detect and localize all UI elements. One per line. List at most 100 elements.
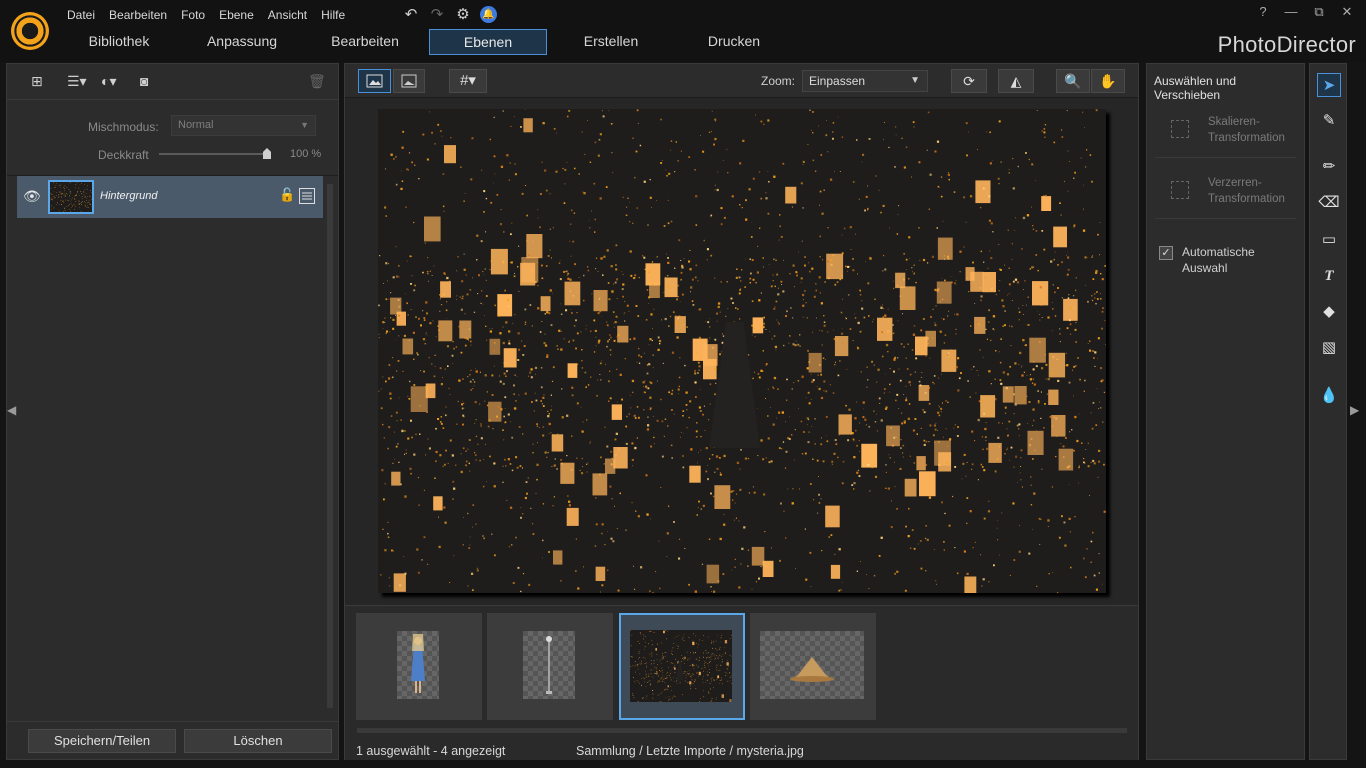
zoom-tool-icon[interactable]: 🔍 [1056,69,1090,93]
filmstrip-item[interactable] [750,613,876,720]
text-tool-icon[interactable]: T [1317,264,1341,288]
scale-transform-option[interactable]: Skalieren- Transformation [1155,106,1296,158]
tool-strip: ➤ ✎ ✏ ⌫ ▭ T ◆ ▧ 💧 [1309,63,1347,760]
save-share-button[interactable]: Speichern/Teilen [28,729,176,753]
blend-mode-value: Normal [178,119,214,131]
eraser-tool-icon[interactable]: ⌫ [1317,191,1341,215]
fill-tool-icon[interactable]: ◆ [1317,300,1341,324]
app-logo-icon[interactable] [11,12,49,50]
lanterns-photo [378,109,1106,593]
menu-hilfe[interactable]: Hilfe [314,7,352,23]
view-single-button[interactable] [358,69,391,93]
filmstrip-thumbnail [630,630,732,702]
tab-bibliothek[interactable]: Bibliothek [60,29,178,55]
opacity-value: 100 % [290,148,322,160]
tab-anpassung[interactable]: Anpassung [183,29,301,55]
minimize-button[interactable]: — [1284,4,1298,20]
tool-options-panel: Auswählen und Verschieben Skalieren- Tra… [1146,63,1305,760]
brush-select-tool-icon[interactable]: ✎ [1317,109,1341,133]
layers-toolbar: ⊞ ☰▾ ◐▾ ◙ 🗑 [7,64,338,100]
skew-icon [1171,181,1189,199]
opacity-slider[interactable] [159,153,271,155]
zoom-label: Zoom: [761,74,796,88]
tab-ebenen[interactable]: Ebenen [429,29,547,55]
skew-transform-option[interactable]: Verzerren- Transformation [1155,167,1296,219]
tab-erstellen[interactable]: Erstellen [552,29,670,55]
quick-toolbar: ↶ ↷ ⚙ 🔔 [402,5,497,23]
lanterns-thumbnail [50,182,92,212]
layer-settings [7,100,338,176]
redo-icon[interactable]: ↷ [428,5,446,23]
notification-icon[interactable]: 🔔 [480,5,497,23]
blur-drop-tool-icon[interactable]: 💧 [1317,384,1341,408]
layers-panel: ⊞ ☰▾ ◐▾ ◙ 🗑 Mischmodus: Normal ▼ Deckkra… [6,63,339,760]
grid-icon[interactable]: #▾ [449,69,487,93]
collapse-left-icon[interactable]: ◀ [7,403,16,417]
lock-icon[interactable]: 🔓 [279,187,295,203]
mask-icon[interactable]: ◙ [140,73,148,89]
filmstrip: 1 ausgewählt - 4 angezeigt Sammlung / Le… [345,605,1138,760]
pencil-tool-icon[interactable]: ✏ [1317,155,1341,179]
brand-name: PhotoDirector [1217,32,1356,57]
selection-status: 1 ausgewählt - 4 angezeigt [356,744,506,758]
chevron-down-icon: ▼ [300,120,309,130]
rectangle-tool-icon[interactable]: ▭ [1317,228,1341,252]
adjustment-layer-icon[interactable]: ◐▾ [101,73,116,90]
layer-row[interactable]: 👁 Hintergrund 🔓 [17,176,323,218]
filmstrip-item-selected[interactable] [619,613,745,720]
tool-title: Auswählen und Verschieben [1154,74,1237,102]
menu-datei[interactable]: Datei [60,7,102,23]
collapse-right-icon[interactable]: ▶ [1350,403,1359,417]
skew-transform-label: Verzerren- Transformation [1208,177,1285,205]
layer-thumbnail [48,180,94,214]
menu-bearbeiten[interactable]: Bearbeiten [102,7,174,23]
auto-select-checkbox[interactable]: ✓ [1159,246,1173,260]
photo-canvas[interactable] [378,109,1106,593]
canvas-area: #▾ Zoom: Einpassen ▼ ⟳ ◭ 🔍 ✋ 1 ausgewähl… [344,63,1139,760]
filmstrip-item[interactable] [487,613,613,720]
settings-icon[interactable]: ⚙ [454,5,472,23]
title-bar: Datei Bearbeiten Foto Ebene Ansicht Hilf… [0,0,1366,62]
module-tabs: Bibliothek Anpassung Bearbeiten Ebenen E… [60,29,798,55]
filmstrip-thumbnail [523,631,575,699]
help-button[interactable]: ? [1256,4,1270,20]
filmstrip-item[interactable] [356,613,482,720]
delete-button[interactable]: Löschen [184,729,332,753]
layer-name[interactable]: Hintergrund [100,190,157,202]
tab-drucken[interactable]: Drucken [675,29,793,55]
canvas-toolbar: #▾ Zoom: Einpassen ▼ ⟳ ◭ 🔍 ✋ [345,64,1138,98]
zoom-select[interactable]: Einpassen ▼ [802,70,928,92]
trash-icon[interactable]: 🗑 [308,73,326,90]
undo-icon[interactable]: ↶ [402,5,420,23]
flip-icon[interactable]: ◭ [998,69,1034,93]
view-compare-button[interactable] [393,69,425,93]
scale-icon [1171,120,1189,138]
scale-transform-label: Skalieren- Transformation [1208,116,1285,144]
layers-footer: Speichern/Teilen Löschen [7,721,338,759]
menu-ansicht[interactable]: Ansicht [261,7,314,23]
filmstrip-thumbnail [397,631,439,699]
menu-foto[interactable]: Foto [174,7,212,23]
rotate-icon[interactable]: ⟳ [951,69,987,93]
chevron-down-icon: ▼ [910,75,920,86]
layers-scrollbar[interactable] [327,184,333,708]
restore-button[interactable]: ⧉ [1312,4,1326,20]
tab-bearbeiten[interactable]: Bearbeiten [306,29,424,55]
opacity-label: Deckkraft [98,148,149,162]
layer-properties-icon[interactable] [299,188,315,204]
filmstrip-thumbnail [760,631,864,699]
blend-mode-select[interactable]: Normal ▼ [171,115,316,136]
eye-icon[interactable]: 👁 [23,188,41,205]
gradient-tool-icon[interactable]: ▧ [1317,336,1341,360]
select-move-tool-icon[interactable]: ➤ [1317,73,1341,97]
menu-ebene[interactable]: Ebene [212,7,261,23]
layer-menu-icon[interactable]: ☰▾ [67,73,87,90]
menu-bar: Datei Bearbeiten Foto Ebene Ansicht Hilf… [60,7,352,23]
close-button[interactable]: ✕ [1340,4,1354,20]
window-controls: ? — ⧉ ✕ [1256,4,1354,20]
hand-tool-icon[interactable]: ✋ [1091,69,1125,93]
filmstrip-scrollbar[interactable] [357,728,1127,733]
zoom-value: Einpassen [809,74,866,88]
auto-select-label[interactable]: Automatische Auswahl [1182,244,1255,276]
new-layer-icon[interactable]: ⊞ [31,73,43,90]
